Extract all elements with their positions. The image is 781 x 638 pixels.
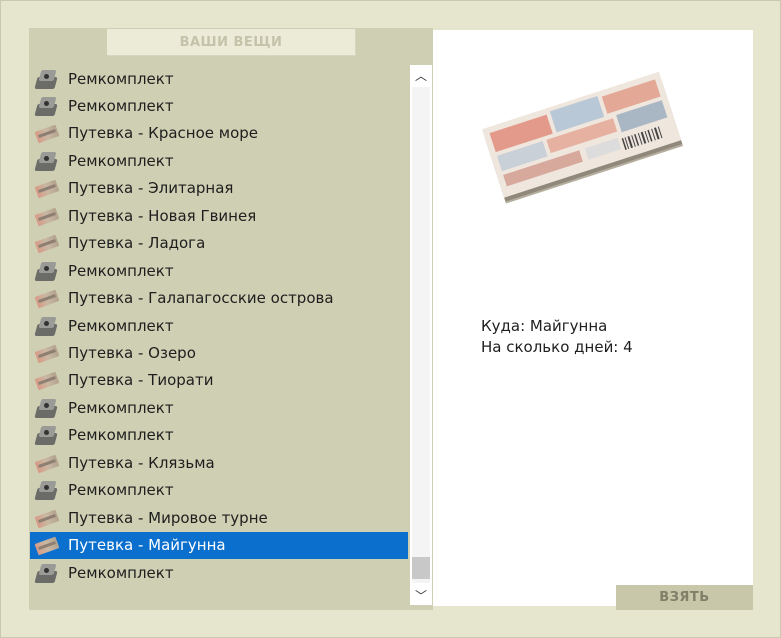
list-item-label: Путевка - Тиорати bbox=[68, 371, 214, 390]
list-item[interactable]: Ремкомплект bbox=[30, 65, 408, 92]
list-item-label: Путевка - Новая Гвинея bbox=[68, 206, 257, 225]
list-item-label: Ремкомплект bbox=[68, 398, 174, 417]
voucher-image-icon bbox=[481, 71, 683, 204]
list-item-label: Путевка - Мировое турне bbox=[68, 508, 268, 527]
list-item-label: Ремкомплект bbox=[68, 481, 174, 500]
list-item-label: Ремкомплект bbox=[68, 96, 174, 115]
voucher-icon bbox=[34, 231, 60, 255]
items-header: ВАШИ ВЕЩИ bbox=[107, 29, 355, 55]
list-item[interactable]: Ремкомплект bbox=[30, 92, 408, 119]
list-item[interactable]: Путевка - Тиорати bbox=[30, 367, 408, 394]
voucher-icon bbox=[34, 204, 60, 228]
list-item[interactable]: Путевка - Новая Гвинея bbox=[30, 202, 408, 229]
items-list: Ремкомплект Ремкомплект Путевка - Красное … bbox=[30, 65, 408, 605]
list-item[interactable]: Путевка - Галапагосские острова bbox=[30, 285, 408, 312]
list-item[interactable]: Ремкомплект bbox=[30, 312, 408, 339]
voucher-icon bbox=[34, 286, 60, 310]
scroll-up-arrow-icon[interactable]: ︿ bbox=[410, 65, 432, 85]
destination-text: Куда: Майгунна bbox=[481, 317, 608, 335]
list-item-label: Ремкомплект bbox=[68, 563, 174, 582]
repair-kit-icon bbox=[34, 478, 60, 502]
repair-kit-icon bbox=[34, 94, 60, 118]
voucher-icon bbox=[34, 176, 60, 200]
list-item[interactable]: Путевка - Озеро bbox=[30, 340, 408, 367]
scroll-down-arrow-icon[interactable]: ﹀ bbox=[410, 585, 432, 605]
list-item-label: Ремкомплект bbox=[68, 261, 174, 280]
list-item[interactable]: Путевка - Красное море bbox=[30, 120, 408, 147]
repair-kit-icon bbox=[34, 259, 60, 283]
voucher-icon bbox=[34, 368, 60, 392]
list-item-label: Путевка - Клязьма bbox=[68, 453, 215, 472]
item-details: Куда: Майгунна На сколько дней: 4 bbox=[481, 316, 731, 358]
scroll-thumb[interactable] bbox=[412, 557, 430, 579]
repair-kit-icon bbox=[34, 67, 60, 91]
list-item-label: Путевка - Майгунна bbox=[68, 536, 226, 555]
list-item[interactable]: Ремкомплект bbox=[30, 394, 408, 421]
repair-kit-icon bbox=[34, 314, 60, 338]
list-item[interactable]: Ремкомплект bbox=[30, 477, 408, 504]
repair-kit-icon bbox=[34, 423, 60, 447]
scroll-track[interactable] bbox=[412, 87, 430, 583]
list-item[interactable]: Путевка - Клязьма bbox=[30, 449, 408, 476]
list-item-label: Путевка - Озеро bbox=[68, 344, 196, 362]
voucher-icon bbox=[34, 506, 60, 530]
voucher-icon bbox=[34, 121, 60, 145]
list-item[interactable]: Путевка - Мировое турне bbox=[30, 504, 408, 531]
voucher-icon bbox=[34, 533, 60, 557]
items-scrollbar[interactable]: ︿ ﹀ bbox=[410, 65, 432, 605]
list-item[interactable]: Ремкомплект bbox=[30, 422, 408, 449]
repair-kit-icon bbox=[34, 396, 60, 420]
take-button[interactable]: ВЗЯТЬ bbox=[616, 585, 753, 610]
list-item-label: Ремкомплект bbox=[68, 426, 174, 445]
list-item-label: Ремкомплект bbox=[68, 69, 174, 88]
list-item-label: Ремкомплект bbox=[68, 316, 174, 335]
list-item-label: Ремкомплект bbox=[68, 151, 174, 170]
voucher-icon bbox=[34, 451, 60, 475]
list-item-label: Путевка - Красное море bbox=[68, 124, 258, 143]
list-item-label: Путевка - Ладога bbox=[68, 234, 206, 253]
list-item[interactable]: Ремкомплект bbox=[30, 147, 408, 174]
voucher-icon bbox=[34, 341, 60, 365]
repair-kit-icon bbox=[34, 149, 60, 173]
list-item-label: Путевка - Элитарная bbox=[68, 179, 234, 198]
list-item[interactable]: Ремкомплект bbox=[30, 257, 408, 284]
list-item[interactable]: Ремкомплект bbox=[30, 559, 408, 586]
repair-kit-icon bbox=[34, 561, 60, 585]
days-text: На сколько дней: 4 bbox=[481, 338, 633, 356]
list-item[interactable]: Путевка - Ладога bbox=[30, 230, 408, 257]
list-item-label: Путевка - Галапагосские острова bbox=[68, 289, 334, 308]
list-item[interactable]: Путевка - Элитарная bbox=[30, 175, 408, 202]
list-item[interactable]: Путевка - Майгунна bbox=[30, 531, 408, 559]
